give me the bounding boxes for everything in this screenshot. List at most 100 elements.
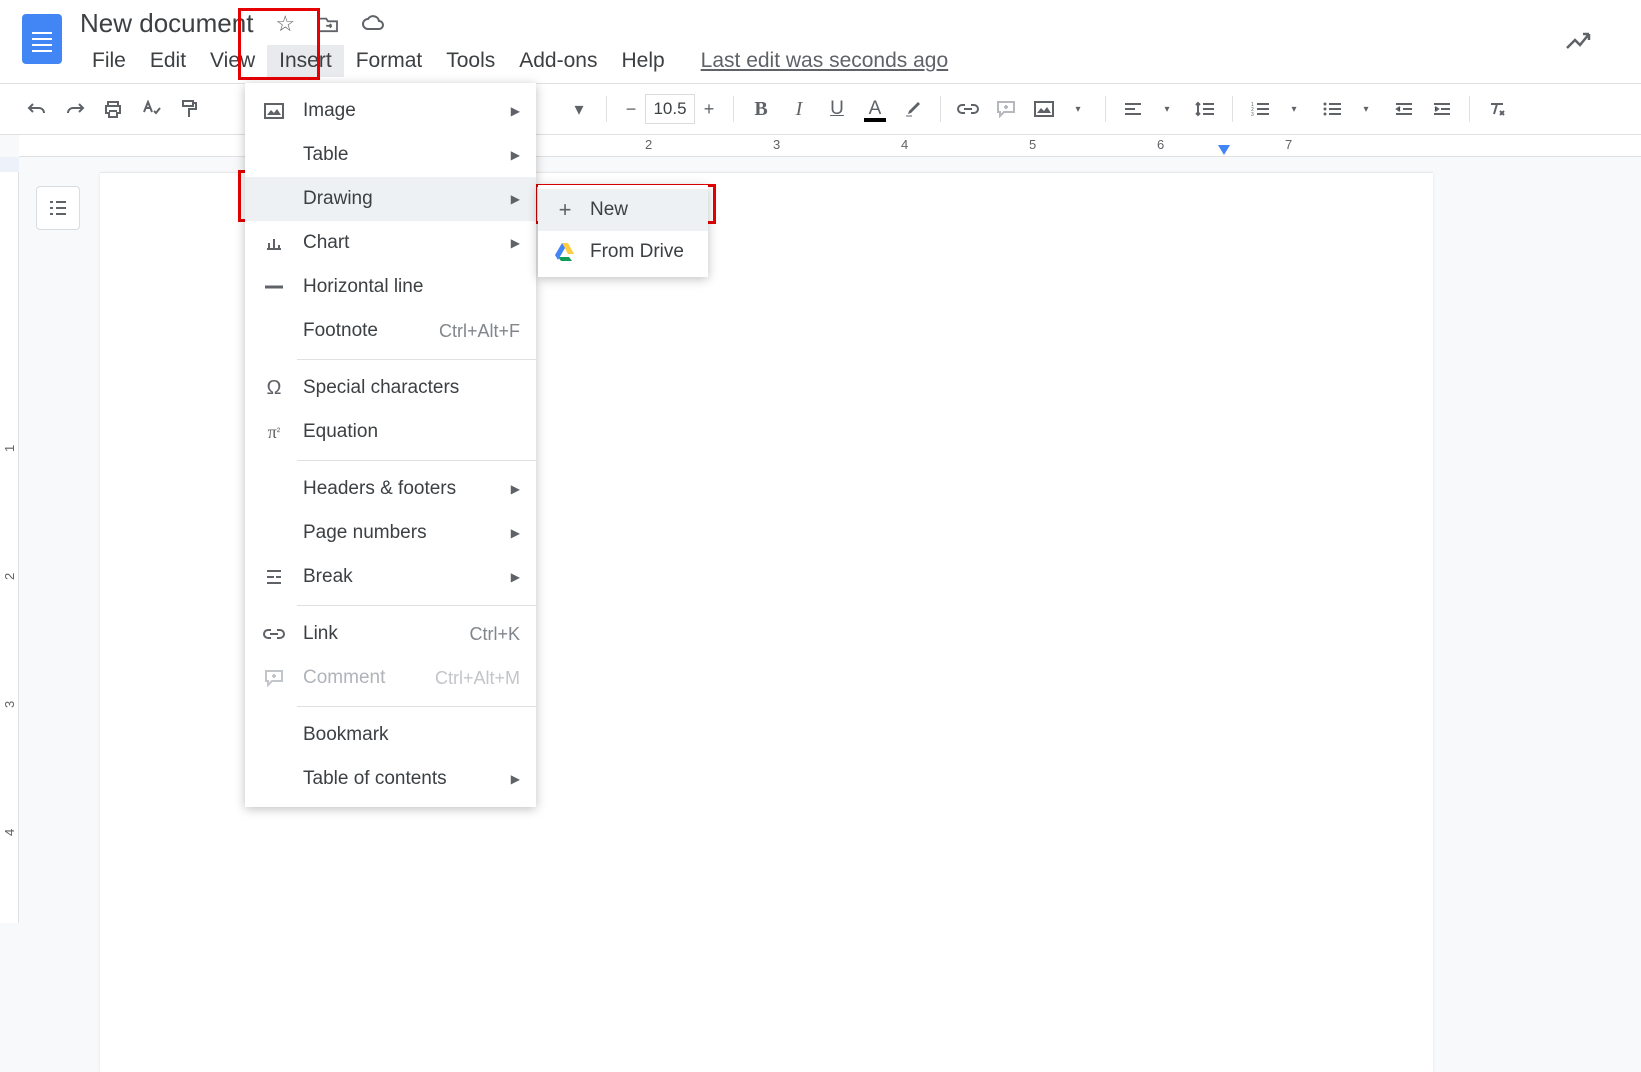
ruler-mark: 5: [1029, 137, 1036, 152]
bulleted-list-button[interactable]: [1315, 92, 1349, 126]
bulleted-list-caret[interactable]: ▾: [1349, 92, 1383, 126]
drawing-submenu: + New From Drive: [538, 185, 708, 277]
font-size-input[interactable]: 10.5: [645, 94, 695, 124]
insert-bookmark-item[interactable]: Bookmark: [245, 713, 536, 757]
paint-format-button[interactable]: [172, 92, 206, 126]
menu-help[interactable]: Help: [609, 45, 676, 77]
menu-label: Headers & footers: [303, 478, 456, 500]
menu-label: From Drive: [590, 241, 684, 263]
horizontal-line-icon: [263, 285, 285, 289]
clear-formatting-button[interactable]: [1480, 92, 1514, 126]
document-title[interactable]: New document: [80, 8, 253, 39]
menu-divider: [297, 706, 536, 707]
menu-label: New: [590, 199, 628, 221]
italic-button[interactable]: I: [782, 92, 816, 126]
activity-icon[interactable]: [1565, 30, 1591, 52]
menu-tools[interactable]: Tools: [434, 45, 507, 77]
add-comment-button[interactable]: [989, 92, 1023, 126]
increase-indent-button[interactable]: [1425, 92, 1459, 126]
submenu-arrow-icon: ▶: [511, 104, 520, 118]
insert-special-chars-item[interactable]: Ω Special characters: [245, 366, 536, 410]
menu-view[interactable]: View: [198, 45, 267, 77]
ruler-mark: 3: [773, 137, 780, 152]
right-indent-marker[interactable]: [1218, 145, 1230, 155]
insert-table-item[interactable]: Table ▶: [245, 133, 536, 177]
submenu-arrow-icon: ▶: [511, 192, 520, 206]
numbered-list-button[interactable]: 123: [1243, 92, 1277, 126]
menu-label: Bookmark: [303, 724, 389, 746]
insert-link-button[interactable]: [951, 92, 985, 126]
spellcheck-button[interactable]: [134, 92, 168, 126]
submenu-arrow-icon: ▶: [511, 482, 520, 496]
ruler-mark: 4: [901, 137, 908, 152]
vertical-ruler[interactable]: 1 2 3 4: [0, 172, 19, 923]
insert-break-item[interactable]: Break ▶: [245, 555, 536, 599]
menu-addons[interactable]: Add-ons: [507, 45, 609, 77]
pi-icon: π²: [263, 422, 285, 443]
insert-menu-dropdown: Image ▶ Table ▶ Drawing ▶ Chart ▶ Horizo…: [245, 83, 536, 807]
menu-label: Chart: [303, 232, 349, 254]
move-icon[interactable]: [317, 15, 339, 33]
shortcut-label: Ctrl+Alt+M: [435, 668, 520, 689]
font-dropdown-caret[interactable]: ▾: [562, 92, 596, 126]
ruler-mark: 7: [1285, 137, 1292, 152]
menu-label: Footnote: [303, 320, 378, 342]
last-edit-link[interactable]: Last edit was seconds ago: [701, 45, 949, 77]
insert-image-button[interactable]: [1027, 92, 1061, 126]
insert-footnote-item[interactable]: Footnote Ctrl+Alt+F: [245, 309, 536, 353]
menu-format[interactable]: Format: [344, 45, 435, 77]
shortcut-label: Ctrl+K: [469, 624, 520, 645]
insert-comment-item: Comment Ctrl+Alt+M: [245, 656, 536, 700]
menu-divider: [297, 359, 536, 360]
show-outline-button[interactable]: [36, 186, 80, 230]
chart-icon: [263, 235, 285, 251]
submenu-arrow-icon: ▶: [511, 526, 520, 540]
omega-icon: Ω: [263, 377, 285, 400]
menu-edit[interactable]: Edit: [138, 45, 198, 77]
insert-equation-item[interactable]: π² Equation: [245, 410, 536, 454]
docs-logo-icon[interactable]: [22, 14, 62, 64]
insert-chart-item[interactable]: Chart ▶: [245, 221, 536, 265]
underline-button[interactable]: U: [820, 92, 854, 126]
star-icon[interactable]: ☆: [275, 11, 295, 37]
link-icon: [263, 628, 285, 640]
align-button[interactable]: [1116, 92, 1150, 126]
menu-label: Table: [303, 144, 348, 166]
print-button[interactable]: [96, 92, 130, 126]
insert-drawing-item[interactable]: Drawing ▶: [245, 177, 536, 221]
ruler-mark: 2: [645, 137, 652, 152]
drawing-from-drive-item[interactable]: From Drive: [538, 231, 708, 273]
menubar: File Edit View Insert Format Tools Add-o…: [80, 45, 948, 77]
submenu-arrow-icon: ▶: [511, 236, 520, 250]
menu-label: Page numbers: [303, 522, 427, 544]
submenu-arrow-icon: ▶: [511, 570, 520, 584]
text-color-button[interactable]: A: [858, 92, 892, 126]
insert-page-numbers-item[interactable]: Page numbers ▶: [245, 511, 536, 555]
redo-button[interactable]: [58, 92, 92, 126]
cloud-status-icon[interactable]: [361, 15, 385, 33]
menu-file[interactable]: File: [80, 45, 138, 77]
image-icon: [263, 103, 285, 119]
font-size-group: − 10.5 +: [617, 94, 723, 124]
menu-divider: [297, 460, 536, 461]
insert-image-item[interactable]: Image ▶: [245, 89, 536, 133]
insert-toc-item[interactable]: Table of contents ▶: [245, 757, 536, 801]
image-dropdown-caret[interactable]: ▾: [1061, 92, 1095, 126]
align-dropdown-caret[interactable]: ▾: [1150, 92, 1184, 126]
undo-button[interactable]: [20, 92, 54, 126]
insert-horizontal-line-item[interactable]: Horizontal line: [245, 265, 536, 309]
submenu-arrow-icon: ▶: [511, 148, 520, 162]
decrease-indent-button[interactable]: [1387, 92, 1421, 126]
insert-headers-footers-item[interactable]: Headers & footers ▶: [245, 467, 536, 511]
bold-button[interactable]: B: [744, 92, 778, 126]
highlight-color-button[interactable]: [896, 92, 930, 126]
decrease-font-size-button[interactable]: −: [617, 94, 645, 124]
drawing-new-item[interactable]: + New: [538, 189, 708, 231]
insert-link-item[interactable]: Link Ctrl+K: [245, 612, 536, 656]
numbered-list-caret[interactable]: ▾: [1277, 92, 1311, 126]
increase-font-size-button[interactable]: +: [695, 94, 723, 124]
menu-divider: [297, 605, 536, 606]
menu-insert[interactable]: Insert: [267, 45, 344, 77]
line-spacing-button[interactable]: [1188, 92, 1222, 126]
title-area: New document ☆ File Edit View Insert For…: [80, 0, 948, 77]
